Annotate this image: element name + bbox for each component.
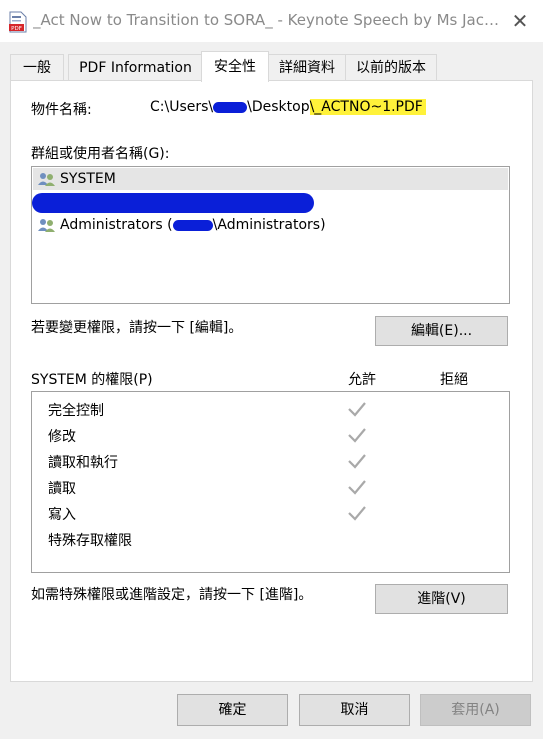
close-icon: ✕ (511, 9, 529, 33)
list-item-label: SYSTEM (60, 171, 116, 187)
list-item-label: Administrators ( (60, 217, 173, 233)
groups-label: 群組或使用者名稱(G): (31, 146, 170, 162)
permission-row: 特殊存取權限 (32, 526, 509, 552)
check-icon (348, 428, 366, 443)
users-listbox[interactable]: SYSTEM Administrators ( \Administrators) (31, 166, 510, 304)
tab-security[interactable]: 安全性 (201, 51, 269, 82)
permission-name: 讀取 (48, 481, 76, 497)
edit-button[interactable]: 編輯(E)... (375, 316, 508, 346)
tab-details[interactable]: 詳細資料 (267, 54, 347, 81)
advanced-hint: 如需特殊權限或進階設定，請按一下 [進階]。 (31, 587, 313, 603)
user-group-icon (38, 173, 55, 186)
deny-column-header: 拒絕 (440, 372, 468, 388)
advanced-button[interactable]: 進階(V) (375, 584, 508, 614)
path-prefix: C:\Users\ (150, 99, 214, 115)
permission-row: 完全控制 (32, 396, 509, 422)
apply-button[interactable]: 套用(A) (420, 694, 531, 726)
edit-hint: 若要變更權限，請按一下 [編輯]。 (31, 320, 243, 336)
permission-row: 讀取 (32, 474, 509, 500)
object-path: C:\Users\ \Desktop\_ACTNO~1.PDF (150, 99, 426, 115)
permission-row: 修改 (32, 422, 509, 448)
list-item-label-suffix: \Administrators) (212, 217, 326, 233)
allow-column-header: 允許 (348, 372, 376, 388)
permissions-title: SYSTEM 的權限(P) (31, 372, 153, 388)
path-middle: \Desktop (247, 99, 310, 115)
security-panel: 物件名稱: C:\Users\ \Desktop\_ACTNO~1.PDF 群組或… (10, 80, 533, 682)
list-item[interactable]: Administrators ( \Administrators) (33, 214, 508, 236)
permission-name: 讀取和執行 (48, 455, 118, 471)
title-bar: PDF _Act Now to Transition to SORA_ - Ke… (0, 0, 543, 42)
close-button[interactable]: ✕ (505, 6, 535, 36)
object-name-label: 物件名稱: (31, 102, 92, 118)
user-group-icon (38, 219, 55, 232)
redaction-mark (172, 219, 213, 231)
redaction-mark (32, 193, 314, 213)
tab-previous-versions[interactable]: 以前的版本 (345, 54, 437, 81)
tab-pdf-information[interactable]: PDF Information (68, 54, 203, 81)
permission-row: 寫入 (32, 500, 509, 526)
permission-name: 修改 (48, 429, 76, 445)
ok-button[interactable]: 確定 (177, 694, 288, 726)
window-title: _Act Now to Transition to SORA_ - Keynot… (33, 11, 503, 29)
cancel-button[interactable]: 取消 (299, 694, 410, 726)
svg-text:PDF: PDF (11, 26, 22, 32)
list-item[interactable]: SYSTEM (33, 168, 508, 190)
permissions-list: 完全控制 修改 讀取和執行 讀取 寫入 特殊存取權限 (31, 391, 510, 573)
redaction-mark (213, 101, 248, 113)
pdf-file-icon: PDF (9, 11, 27, 33)
permission-row: 讀取和執行 (32, 448, 509, 474)
tab-general[interactable]: 一般 (10, 54, 64, 81)
check-icon (348, 506, 366, 521)
check-icon (348, 480, 366, 495)
check-icon (348, 454, 366, 469)
permission-name: 寫入 (48, 507, 76, 523)
permission-name: 完全控制 (48, 403, 104, 419)
check-icon (348, 402, 366, 417)
permission-name: 特殊存取權限 (48, 533, 132, 549)
path-highlighted: \_ACTNO~1.PDF (309, 99, 426, 115)
